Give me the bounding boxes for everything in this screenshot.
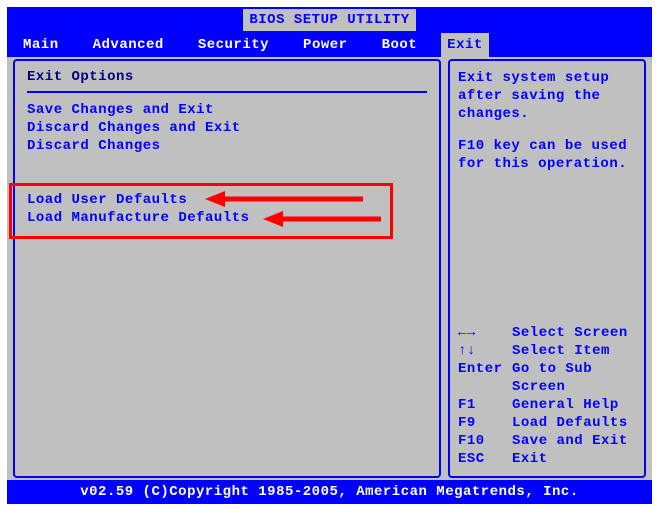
help-key: Enter	[458, 360, 512, 396]
body-area: Exit Options Save Changes and Exit Disca…	[13, 59, 646, 478]
help-val: Go to Sub Screen	[512, 360, 636, 396]
help-key: ↑↓	[458, 342, 512, 360]
help-row-general-help: F1 General Help	[458, 396, 636, 414]
tab-advanced[interactable]: Advanced	[83, 33, 174, 57]
help-key: F9	[458, 414, 512, 432]
item-save-exit[interactable]: Save Changes and Exit	[27, 101, 427, 119]
spacer	[458, 123, 636, 137]
help-row-load-defaults: F9 Load Defaults	[458, 414, 636, 432]
help-description: Exit system setup after saving the chang…	[458, 69, 636, 123]
help-val: General Help	[512, 396, 619, 414]
tab-security[interactable]: Security	[188, 33, 279, 57]
help-val: Exit	[512, 450, 548, 468]
highlighted-group: Load User Defaults Load Manufacture Defa…	[27, 191, 250, 227]
help-row-select-screen: ←→ Select Screen	[458, 324, 636, 342]
item-load-manufacture-defaults[interactable]: Load Manufacture Defaults	[27, 209, 250, 227]
tab-exit[interactable]: Exit	[441, 33, 489, 57]
help-row-save-exit: F10 Save and Exit	[458, 432, 636, 450]
divider	[27, 91, 427, 93]
title-bar: BIOS SETUP UTILITY	[7, 7, 652, 33]
help-val: Load Defaults	[512, 414, 628, 432]
tab-boot[interactable]: Boot	[372, 33, 428, 57]
item-discard-changes[interactable]: Discard Changes	[27, 137, 427, 155]
right-panel: Exit system setup after saving the chang…	[448, 59, 646, 478]
help-key: ESC	[458, 450, 512, 468]
help-key: F1	[458, 396, 512, 414]
help-row-select-item: ↑↓ Select Item	[458, 342, 636, 360]
tab-main[interactable]: Main	[13, 33, 69, 57]
item-discard-exit[interactable]: Discard Changes and Exit	[27, 119, 427, 137]
item-load-user-defaults[interactable]: Load User Defaults	[27, 191, 250, 209]
help-row-sub-screen: Enter Go to Sub Screen	[458, 360, 636, 396]
tab-power[interactable]: Power	[293, 33, 358, 57]
footer-copyright: v02.59 (C)Copyright 1985-2005, American …	[7, 480, 652, 504]
left-panel: Exit Options Save Changes and Exit Disca…	[13, 59, 441, 478]
help-hint: F10 key can be used for this operation.	[458, 137, 636, 173]
help-key: F10	[458, 432, 512, 450]
bios-window: BIOS SETUP UTILITY Main Advanced Securit…	[7, 7, 652, 504]
help-key: ←→	[458, 324, 512, 342]
help-val: Select Screen	[512, 324, 628, 342]
menu-bar: Main Advanced Security Power Boot Exit	[7, 33, 652, 57]
help-val: Select Item	[512, 342, 610, 360]
section-heading: Exit Options	[27, 69, 427, 85]
help-val: Save and Exit	[512, 432, 628, 450]
title-text: BIOS SETUP UTILITY	[243, 9, 415, 31]
help-keys: ←→ Select Screen ↑↓ Select Item Enter Go…	[458, 324, 636, 468]
help-row-esc-exit: ESC Exit	[458, 450, 636, 468]
